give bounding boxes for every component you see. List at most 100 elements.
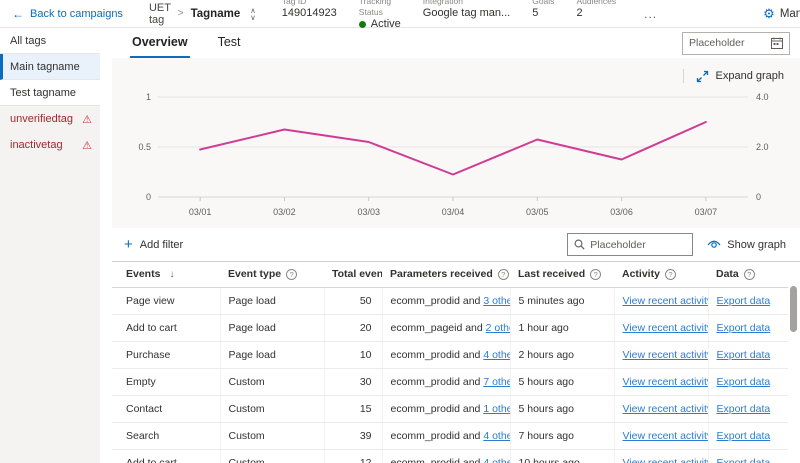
- column-header-data[interactable]: Data?: [708, 262, 788, 288]
- cell-event-type: Custom: [220, 395, 325, 423]
- manage-tag-button[interactable]: ⚙ Manage tag: [763, 6, 800, 22]
- export-data-link[interactable]: Export data: [717, 403, 771, 415]
- add-filter-button[interactable]: + Add filter: [124, 235, 184, 253]
- header-cell: Data?: [716, 268, 755, 280]
- column-header-event-type[interactable]: Event type?: [220, 262, 324, 288]
- cell-activity: View recent activity: [614, 287, 709, 315]
- cell-data: Export data: [708, 449, 788, 463]
- help-icon[interactable]: ?: [743, 268, 755, 280]
- cell-activity: View recent activity: [614, 341, 709, 369]
- cell-last-received: 10 hours ago: [510, 449, 615, 463]
- graph-panel: Expand graph 1 4.0 0.5 2.0 0 0 03/01 03/02 03/03…: [112, 58, 800, 228]
- tab-test[interactable]: Test: [216, 28, 243, 58]
- column-header-events[interactable]: Events ↓: [112, 262, 220, 288]
- sidebar-item-unverifiedtag[interactable]: unverifiedtag ⚠: [0, 106, 100, 132]
- cell-last-received: 7 hours ago: [510, 422, 615, 450]
- help-icon[interactable]: ?: [286, 268, 298, 280]
- tab-overview[interactable]: Overview: [130, 28, 190, 58]
- x-axis-tick: 03/02: [273, 207, 296, 217]
- header-cell: Event type?: [228, 268, 298, 280]
- table-search-input[interactable]: [590, 238, 687, 251]
- column-header-total-events[interactable]: Total events?: [324, 262, 382, 288]
- parameters-others-link[interactable]: 1 other: [483, 403, 509, 415]
- parameters-others-link[interactable]: 4 others: [483, 349, 509, 361]
- x-axis-tick: 03/03: [357, 207, 380, 217]
- export-data-link[interactable]: Export data: [717, 295, 771, 307]
- header-cell: Last received?: [518, 268, 602, 280]
- parameters-others-link[interactable]: 7 others: [483, 376, 509, 388]
- column-header-parameters-received[interactable]: Parameters received?: [382, 262, 510, 288]
- table-header-row: Events↓Event type?Total events?Parameter…: [112, 262, 788, 288]
- field-label: Tracking Status: [358, 0, 392, 17]
- back-to-campaigns-link[interactable]: ← Back to campaigns: [8, 7, 133, 21]
- parameters-others-link[interactable]: 2 others: [486, 322, 509, 334]
- manage-tag-label: Manage tag: [779, 7, 800, 20]
- sidebar-item-test-tagname[interactable]: Test tagname: [0, 80, 100, 106]
- add-filter-label: Add filter: [139, 238, 184, 251]
- cell-last-received: 1 hour ago: [510, 314, 615, 342]
- events-table-wrap: Events↓Event type?Total events?Parameter…: [112, 262, 800, 463]
- view-recent-activity-link[interactable]: View recent activity: [623, 430, 708, 442]
- table-search-box[interactable]: [567, 233, 694, 256]
- parameters-others-link[interactable]: 4 others: [483, 430, 509, 442]
- export-data-link[interactable]: Export data: [717, 457, 771, 463]
- export-data-link[interactable]: Export data: [717, 322, 771, 334]
- cell-event-type: Page load: [220, 314, 325, 342]
- view-recent-activity-link[interactable]: View recent activity: [623, 322, 708, 334]
- cell-data: Export data: [708, 368, 788, 396]
- header-field-tag-id: Tag ID 149014923: [282, 0, 337, 20]
- overflow-menu-button[interactable]: ...: [638, 7, 663, 21]
- date-range-picker[interactable]: [682, 31, 790, 55]
- view-recent-activity-link[interactable]: View recent activity: [623, 349, 708, 361]
- header-field-audiences: Audiences 2: [576, 0, 616, 20]
- sidebar-item-inactivetag[interactable]: inactivetag ⚠: [0, 132, 100, 158]
- cell-parameters: ecomm_prodid and 7 others: [382, 368, 511, 396]
- column-label: Total events: [332, 268, 382, 281]
- cell-total-events: 30: [324, 368, 383, 396]
- view-recent-activity-link[interactable]: View recent activity: [623, 403, 708, 415]
- expand-graph-button[interactable]: Expand graph: [696, 70, 784, 83]
- cell-parameters: ecomm_prodid and 4 others: [382, 422, 511, 450]
- export-data-link[interactable]: Export data: [717, 376, 771, 388]
- sidebar-item-main-tagname[interactable]: Main tagname: [0, 54, 100, 80]
- breadcrumb-section[interactable]: UET tag: [149, 2, 171, 26]
- warning-icon: ⚠: [82, 139, 92, 152]
- breadcrumb-separator: >: [177, 8, 184, 19]
- left-axis-tick: 0.5: [138, 142, 151, 152]
- sidebar-item-label: All tags: [10, 34, 47, 47]
- sidebar-item-all-tags[interactable]: All tags: [0, 28, 100, 54]
- tabs: Overview Test: [130, 28, 269, 58]
- cell-total-events: 15: [324, 395, 383, 423]
- parameters-others-link[interactable]: 4 others: [483, 457, 509, 463]
- view-recent-activity-link[interactable]: View recent activity: [623, 295, 708, 307]
- chevron-down-icon[interactable]: ∨: [250, 13, 256, 21]
- cell-activity: View recent activity: [614, 422, 709, 450]
- column-header-last-received[interactable]: Last received?: [510, 262, 614, 288]
- help-icon[interactable]: ?: [497, 268, 509, 280]
- field-label: Tag ID: [281, 0, 307, 6]
- tag-switcher-stepper[interactable]: ∧ ∨: [250, 6, 256, 21]
- cell-data: Export data: [708, 314, 788, 342]
- x-axis-tick: 03/04: [442, 207, 465, 217]
- help-icon[interactable]: ?: [590, 268, 602, 280]
- help-icon[interactable]: ?: [664, 268, 676, 280]
- view-recent-activity-link[interactable]: View recent activity: [623, 457, 708, 463]
- header-cell: Total events?: [332, 268, 382, 280]
- sidebar-item-label: Main tagname: [10, 60, 80, 73]
- cell-total-events: 12: [324, 449, 383, 463]
- view-recent-activity-link[interactable]: View recent activity: [623, 376, 708, 388]
- column-label: Data: [716, 268, 739, 281]
- cell-event-type: Custom: [220, 449, 325, 463]
- column-header-activity[interactable]: Activity?: [614, 262, 708, 288]
- cell-data: Export data: [708, 287, 788, 315]
- date-range-input[interactable]: [689, 37, 767, 49]
- calendar-icon[interactable]: [771, 37, 783, 49]
- plus-icon: +: [124, 235, 133, 253]
- show-graph-button[interactable]: Show graph: [707, 239, 786, 251]
- parameters-others-link[interactable]: 3 others: [483, 295, 509, 307]
- field-value: Google tag man...: [422, 7, 511, 19]
- export-data-link[interactable]: Export data: [717, 430, 771, 442]
- warning-icon: ⚠: [82, 113, 92, 126]
- vertical-scrollbar-thumb[interactable]: [790, 286, 797, 332]
- export-data-link[interactable]: Export data: [717, 349, 771, 361]
